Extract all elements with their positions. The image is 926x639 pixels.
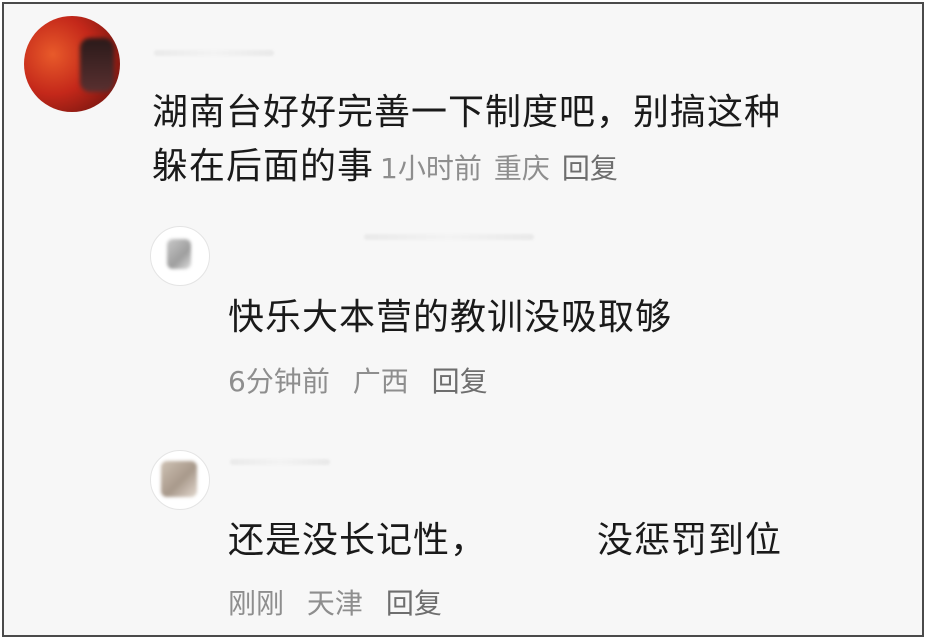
comment-text: 湖南台好好完善一下制度吧，别搞这种 躲在后面的事 1小时前 重庆 回复 <box>152 86 892 196</box>
comment-text: 还是没长记性， 没惩罚到位 <box>228 514 878 568</box>
reply-button[interactable]: 回复 <box>432 365 488 398</box>
timestamp: 6分钟前 <box>228 365 330 398</box>
reply-button[interactable]: 回复 <box>562 152 618 185</box>
comment-meta: 6分钟前 广西 回复 <box>228 364 502 400</box>
comment-text-line: 躲在后面的事 1小时前 重庆 回复 <box>152 140 892 196</box>
location: 天津 <box>306 587 363 620</box>
comment-text-part: 没惩罚到位 <box>597 520 783 561</box>
avatar[interactable] <box>150 226 210 286</box>
avatar-mosaic <box>80 38 114 92</box>
avatar-mosaic <box>167 239 191 269</box>
avatar[interactable] <box>24 16 120 112</box>
avatar-mosaic <box>161 461 197 497</box>
comment-text: 快乐大本营的教训没吸取够 <box>228 297 673 338</box>
comment-meta: 刚刚 天津 回复 <box>228 586 456 622</box>
comment-text-line: 湖南台好好完善一下制度吧，别搞这种 <box>152 92 782 133</box>
username-blurred <box>154 50 274 56</box>
comment-text-tail: 躲在后面的事 <box>152 146 375 187</box>
comment-panel: 湖南台好好完善一下制度吧，别搞这种 躲在后面的事 1小时前 重庆 回复 快乐大本营的教… <box>2 2 924 637</box>
reply-button[interactable]: 回复 <box>386 587 442 620</box>
timestamp: 1小时前 <box>380 152 482 185</box>
comment-text-part: 还是没长记性， <box>228 520 488 561</box>
avatar[interactable] <box>150 450 210 510</box>
timestamp: 刚刚 <box>228 587 285 620</box>
username-blurred <box>364 234 534 240</box>
location: 重庆 <box>493 152 550 185</box>
username-blurred <box>230 459 330 465</box>
location: 广西 <box>352 365 409 398</box>
comment-meta: 1小时前 重庆 回复 <box>374 152 630 185</box>
